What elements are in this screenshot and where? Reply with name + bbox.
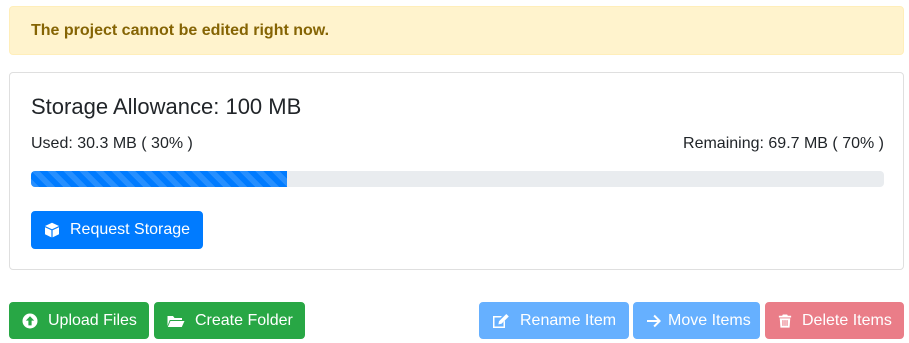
upload-files-button[interactable]: Upload Files <box>9 302 149 339</box>
storage-card: Storage Allowance: 100 MB Used: 30.3 MB … <box>9 72 904 270</box>
remaining-storage-text: Remaining: 69.7 MB ( 70% ) <box>683 135 884 152</box>
project-locked-alert: The project cannot be edited right now. <box>9 6 904 55</box>
edit-icon <box>493 313 509 328</box>
delete-items-label: Delete Items <box>802 311 892 329</box>
rename-item-button[interactable]: Rename Item <box>479 302 629 339</box>
delete-items-button[interactable]: Delete Items <box>765 302 904 339</box>
create-folder-button[interactable]: Create Folder <box>154 302 305 339</box>
request-storage-label: Request Storage <box>70 221 191 238</box>
storage-title: Storage Allowance: 100 MB <box>31 94 302 119</box>
alert-message: The project cannot be edited right now. <box>31 22 330 39</box>
storage-progress <box>31 171 884 187</box>
move-items-label: Move Items <box>668 311 751 329</box>
create-folder-label: Create Folder <box>195 311 293 329</box>
arrow-right-icon <box>647 314 661 327</box>
used-storage-text: Used: 30.3 MB ( 30% ) <box>31 135 193 152</box>
request-storage-button[interactable]: Request Storage <box>31 211 203 249</box>
folder-open-icon <box>167 315 185 327</box>
rename-item-label: Rename Item <box>520 311 617 329</box>
trash-icon <box>778 313 792 328</box>
usage-row: Used: 30.3 MB ( 30% ) Remaining: 69.7 MB… <box>31 134 884 154</box>
move-items-button[interactable]: Move Items <box>633 302 760 339</box>
storage-progress-bar <box>31 171 287 187</box>
upload-files-label: Upload Files <box>48 311 137 329</box>
box-icon <box>45 222 59 238</box>
arrow-circle-up-icon <box>22 313 38 328</box>
